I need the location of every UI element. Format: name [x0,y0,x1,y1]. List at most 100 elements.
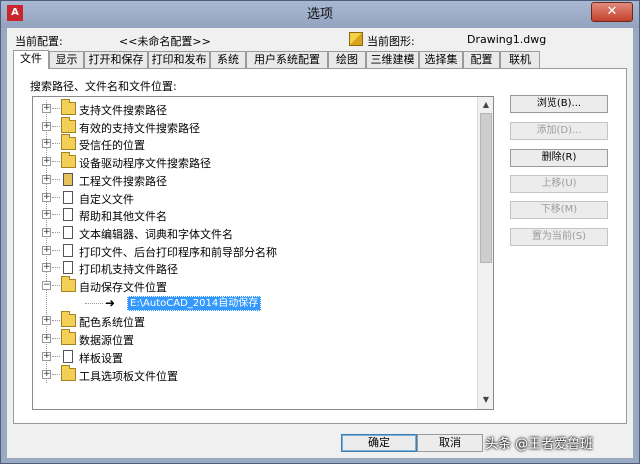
expand-icon[interactable]: + [42,121,51,131]
tree-connector [52,125,60,127]
expand-icon[interactable]: + [42,369,51,379]
tree-item-label: 有效的支持文件搜索路径 [79,121,200,135]
expand-icon[interactable]: + [42,157,51,167]
expand-icon[interactable]: + [42,227,51,237]
current-profile-label: 当前配置: [15,35,63,48]
tree-connector [52,161,60,163]
tab-selection[interactable]: 选择集 [419,51,463,68]
tree-item[interactable]: + 样板设置 [33,348,477,365]
tree-item[interactable]: − 自动保存文件位置 [33,276,477,294]
expand-icon[interactable]: + [42,210,51,220]
tree-item[interactable]: + 受信任的位置 [33,134,477,153]
scroll-down-button[interactable]: ▼ [479,393,493,407]
tree-connector [52,338,60,340]
folder-icon [61,99,76,115]
add-button[interactable]: 添加(D)... [510,122,608,140]
ok-button[interactable]: 确定 [341,434,417,452]
cancel-button[interactable]: 取消 [417,434,483,452]
tab-drafting[interactable]: 绘图 [328,51,366,68]
expand-icon[interactable]: + [42,245,51,255]
tree-connector [52,320,60,322]
collapse-icon[interactable]: − [42,281,51,290]
file-icon [63,225,73,239]
tree-item[interactable]: + 工具选项板文件位置 [33,364,477,383]
tab-online[interactable]: 联机 [500,51,540,68]
file-icon [63,208,73,222]
arrow-glyph: ➜ [105,295,116,310]
move-up-button[interactable]: 上移(U) [510,175,608,193]
tree-item-label: 配色系统位置 [79,316,145,330]
files-panel: 搜索路径、文件名和文件位置: + 支持文件搜索路径 + 有效的支持文件搜索路径 + 受信任… [13,68,627,424]
tree-item[interactable]: + 工程文件搜索路径 [33,171,477,188]
expand-icon[interactable]: + [42,351,51,361]
expand-icon[interactable]: + [42,263,51,273]
tree-connector [52,178,60,180]
tab-3d-modeling[interactable]: 三维建模 [366,51,419,68]
file-icon [63,349,73,363]
current-profile-value: <<未命名配置>> [119,35,211,48]
tree-item[interactable]: + 有效的支持文件搜索路径 [33,116,477,135]
remove-button[interactable]: 删除(R) [510,149,608,167]
tree-item[interactable]: + 打印机支持文件路径 [33,259,477,276]
folder-icon [61,329,76,346]
scroll-up-button[interactable]: ▲ [479,98,493,112]
tree-connector [52,355,60,357]
tree-scrollbar[interactable]: ▲ ▼ [477,97,493,409]
tree-item[interactable]: + 帮助和其他文件名 [33,206,477,223]
tree-child-item[interactable]: ➜ E:\AutoCAD_2014自动保存 [33,295,477,312]
autosave-path-selected[interactable]: E:\AutoCAD_2014自动保存 [127,295,262,311]
tree-item[interactable]: + 自定义文件 [33,189,477,206]
current-drawing-label: 当前图形: [367,35,415,48]
set-current-button[interactable]: 置为当前(S) [510,228,608,246]
tree-item-label: 打印机支持文件路径 [79,263,178,277]
expand-icon[interactable]: + [42,104,51,113]
folder-icon [61,116,76,133]
tab-display[interactable]: 显示 [49,51,84,68]
project-icon [63,172,73,186]
tab-open-save[interactable]: 打开和保存 [84,51,148,68]
tree-item-label: 自定义文件 [79,192,134,206]
tree-item-label: 帮助和其他文件名 [79,210,167,224]
file-locations-tree[interactable]: + 支持文件搜索路径 + 有效的支持文件搜索路径 + 受信任的位置 + 设备驱动程序文件搜索路… [32,96,494,410]
folder-icon [61,276,76,292]
expand-icon[interactable]: + [42,139,51,149]
tree-item-label: 支持文件搜索路径 [79,104,167,117]
drawing-icon [349,32,363,46]
tree-item-label: 自动保存文件位置 [79,281,167,294]
tree-connector [52,214,60,216]
expand-icon[interactable]: + [42,334,51,344]
tree-item-label: 样板设置 [79,351,123,365]
tab-user-preferences[interactable]: 用户系统配置 [246,51,328,68]
expand-icon[interactable]: + [42,316,51,326]
file-icon [63,243,73,257]
folder-icon [61,134,76,151]
tree-item[interactable]: + 支持文件搜索路径 [33,99,477,117]
tree-item[interactable]: + 文本编辑器、词典和字体文件名 [33,224,477,241]
folder-icon [61,152,76,169]
tree-item[interactable]: + 设备驱动程序文件搜索路径 [33,152,477,170]
dialog-body: 当前配置: <<未命名配置>> 当前图形: Drawing1.dwg 文件 显示… [7,28,633,458]
tab-plot-publish[interactable]: 打印和发布 [148,51,210,68]
profile-row: 当前配置: <<未命名配置>> 当前图形: Drawing1.dwg [7,31,633,49]
expand-icon[interactable]: + [42,174,51,184]
tree-connector [52,108,60,109]
tree-items: + 支持文件搜索路径 + 有效的支持文件搜索路径 + 受信任的位置 + 设备驱动程序文件搜索路… [33,97,477,409]
close-button[interactable]: ✕ [591,2,633,22]
tab-profiles[interactable]: 配置 [463,51,500,68]
expand-icon[interactable]: + [42,192,51,202]
tab-system[interactable]: 系统 [210,51,246,68]
file-icon [63,190,73,204]
tree-item-label: 受信任的位置 [79,139,145,153]
tree-item[interactable]: + 配色系统位置 [33,311,477,330]
tree-item-label: 工具选项板文件位置 [79,369,178,383]
move-down-button[interactable]: 下移(M) [510,201,608,219]
dialog-title: 选项 [306,7,333,22]
tree-item-label: 数据源位置 [79,334,134,348]
scroll-thumb[interactable] [480,113,492,263]
tree-item[interactable]: + 打印文件、后台打印程序和前导部分名称 [33,242,477,259]
browse-button[interactable]: 浏览(B)... [510,95,608,113]
tree-connector [52,267,60,269]
options-dialog: A 选项 ✕ 当前配置: <<未命名配置>> 当前图形: Drawing1.dw… [0,0,640,464]
tab-files[interactable]: 文件 [13,50,49,69]
tree-item[interactable]: + 数据源位置 [33,329,477,348]
